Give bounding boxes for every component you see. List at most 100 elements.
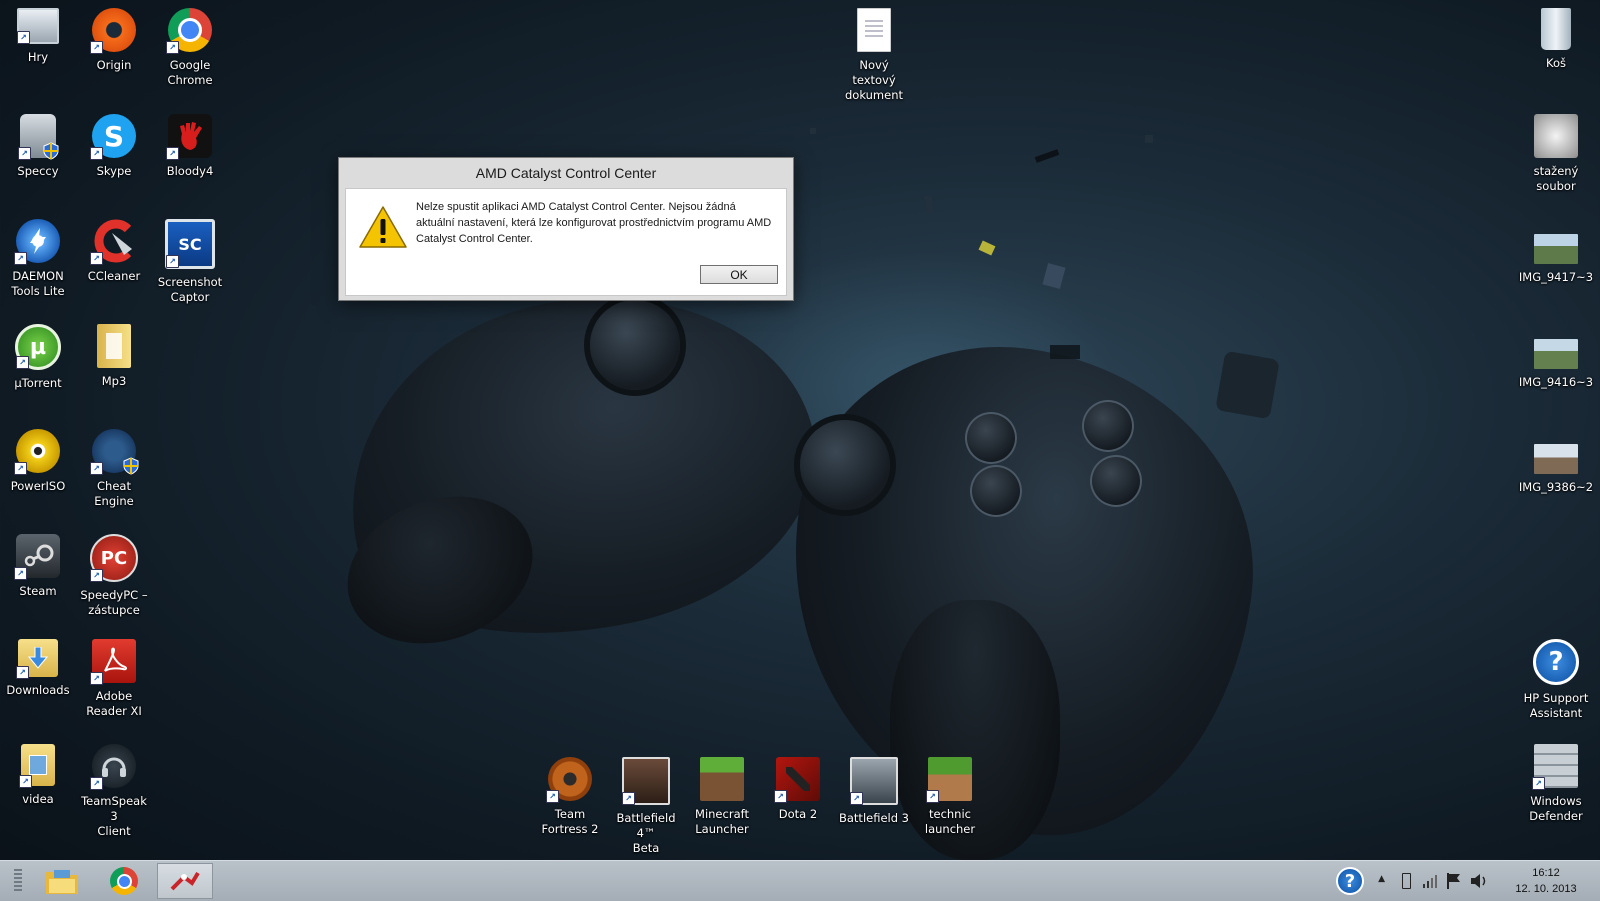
icon-label: Speccy — [17, 164, 59, 178]
taskbar-chrome-button[interactable] — [96, 863, 152, 899]
desktop-icon-origin[interactable]: ↗ Origin — [76, 8, 152, 73]
dota-icon: ↗ — [774, 757, 820, 803]
desktop-icon-mp3[interactable]: Mp3 — [76, 324, 152, 389]
taskbar-file-explorer-button[interactable] — [34, 863, 90, 899]
icon-label: Mp3 — [101, 374, 127, 388]
desktop-icon-adobe-reader[interactable]: ↗ Adobe Reader XI — [76, 639, 152, 719]
desktop-icon-img-9417[interactable]: IMG_9417~3 — [1518, 234, 1594, 285]
desktop-icon-technic-launcher[interactable]: ↗ technic launcher — [912, 757, 988, 837]
desktop-icon-stazeny-soubor[interactable]: stažený soubor — [1518, 114, 1594, 194]
desktop-icon-teamspeak[interactable]: ↗ TeamSpeak 3 Client — [76, 744, 152, 839]
icon-label: Cheat Engine — [94, 479, 134, 508]
tf2-icon: ↗ — [546, 757, 592, 803]
desktop-icon-windows-defender[interactable]: ↗ Windows Defender — [1518, 744, 1594, 824]
desktop-icon-cheat-engine[interactable]: ↗ Cheat Engine — [76, 429, 152, 509]
volume-icon[interactable] — [1470, 873, 1488, 889]
skype-icon: ↗ S — [90, 114, 136, 160]
folder-icon — [46, 870, 78, 894]
desktop-icon-videa[interactable]: ↗ videa — [0, 744, 76, 807]
photo-thumbnail-icon — [1534, 339, 1578, 369]
wallpaper-shard — [1145, 135, 1153, 143]
desktop-icon-img-9416[interactable]: IMG_9416~3 — [1518, 339, 1594, 390]
desktop-icon-img-9386[interactable]: IMG_9386~2 — [1518, 444, 1594, 495]
ok-button[interactable]: OK — [700, 265, 778, 284]
desktop-icon-bloody4[interactable]: ↗ Bloody4 — [152, 114, 228, 179]
icon-label: HP Support Assistant — [1523, 691, 1589, 720]
desktop-icon-steam[interactable]: ↗ Steam — [0, 534, 76, 599]
icon-label: CCleaner — [87, 269, 141, 283]
bloody-hand-icon: ↗ — [166, 114, 212, 160]
desktop-icon-battlefield-4[interactable]: ↗ Battlefield 4™ Beta — [608, 757, 684, 856]
dialog-title[interactable]: AMD Catalyst Control Center — [339, 158, 793, 186]
headset-icon: ↗ — [90, 744, 136, 790]
desktop-icon-ccleaner[interactable]: ↗ CCleaner — [76, 219, 152, 284]
pdf-icon: ↗ — [90, 639, 136, 685]
wallpaper-shard — [810, 128, 816, 134]
recycle-bin-icon — [1541, 8, 1571, 50]
folder-icon — [97, 324, 131, 368]
wallpaper-shard — [978, 240, 996, 256]
disc-icon: ↗ — [14, 429, 60, 475]
desktop-icon-hp-support-assistant[interactable]: ? HP Support Assistant — [1518, 639, 1594, 721]
desktop-icon-speccy[interactable]: ↗ Speccy — [0, 114, 76, 179]
icon-label: technic launcher — [924, 807, 976, 836]
icon-label: Team Fortress 2 — [541, 807, 599, 836]
desktop: ↗ Hry ↗ Speccy ↗ DAEMON Tools Lite ↗ µ µTo… — [0, 0, 1600, 860]
desktop-icon-utorrent[interactable]: ↗ µ µTorrent — [0, 324, 76, 391]
taskbar-amd-catalyst-button[interactable] — [157, 863, 213, 899]
icon-label: Windows Defender — [1529, 794, 1583, 823]
desktop-icon-google-chrome[interactable]: ↗ Google Chrome — [152, 8, 228, 88]
desktop-icon-team-fortress-2[interactable]: ↗ Team Fortress 2 — [532, 757, 608, 837]
clock-date: 12. 10. 2013 — [1515, 883, 1577, 895]
action-center-flag-icon[interactable] — [1446, 872, 1462, 890]
image-thumbnail-icon — [1534, 114, 1578, 158]
desktop-icon-skype[interactable]: ↗ S Skype — [76, 114, 152, 179]
utorrent-icon: ↗ µ — [15, 324, 61, 370]
folder-video-icon: ↗ — [19, 744, 55, 788]
text-document-icon — [857, 8, 891, 52]
desktop-icon-hry[interactable]: ↗ Hry — [0, 8, 76, 65]
icon-label: Battlefield 4™ Beta — [616, 811, 676, 855]
speedypc-icon: ↗ PC — [90, 534, 138, 582]
wallpaper-controller-left-grip — [326, 471, 554, 669]
icon-label: Dota 2 — [778, 807, 818, 821]
icon-label: IMG_9386~2 — [1518, 480, 1594, 494]
desktop-icon-screenshot-captor[interactable]: ↗ SC Screenshot Captor — [152, 219, 228, 305]
clock-time: 16:12 — [1532, 867, 1560, 879]
icon-label: µTorrent — [14, 376, 62, 390]
network-signal-icon[interactable] — [1422, 873, 1438, 889]
desktop-icon-poweriso[interactable]: ↗ PowerISO — [0, 429, 76, 494]
battery-icon[interactable] — [1402, 873, 1411, 889]
desktop-icon-text-document[interactable]: Nový textový dokument — [836, 8, 912, 103]
warning-icon — [358, 205, 408, 249]
wallpaper-left-stick — [590, 300, 680, 390]
desktop-icon-daemon-tools[interactable]: ↗ DAEMON Tools Lite — [0, 219, 76, 299]
taskbar-clock[interactable]: 16:12 12. 10. 2013 — [1506, 865, 1586, 897]
error-dialog: AMD Catalyst Control Center Nelze spusti… — [338, 157, 794, 301]
show-hidden-icons-arrow[interactable]: ▲ — [1378, 874, 1385, 884]
icon-label: Koš — [1546, 56, 1566, 70]
taskbar: ? ▲ 16:12 12. 10. 2013 — [0, 860, 1600, 901]
wallpaper-shard — [1042, 263, 1066, 289]
desktop-icon-speedypc[interactable]: ↗ PC SpeedyPC – zástupce — [76, 534, 152, 618]
taskbar-grip[interactable] — [14, 869, 22, 893]
icon-label: Minecraft Launcher — [695, 807, 749, 836]
wallpaper-cross-button — [970, 465, 1022, 517]
tray-help-icon[interactable]: ? — [1336, 867, 1364, 895]
desktop-icon-minecraft-launcher[interactable]: Minecraft Launcher — [684, 757, 760, 837]
desktop-icon-battlefield-3[interactable]: ↗ Battlefield 3 — [836, 757, 912, 826]
icon-label: Downloads — [6, 683, 70, 697]
icon-label: Google Chrome — [167, 58, 213, 87]
desktop-icon-recycle-bin[interactable]: Koš — [1518, 8, 1594, 71]
ccleaner-icon: ↗ — [90, 219, 136, 265]
wallpaper-right-stick — [800, 420, 890, 510]
dialog-content: Nelze spustit aplikaci AMD Catalyst Cont… — [345, 188, 787, 296]
folder-download-icon: ↗ — [16, 639, 58, 679]
icon-label: DAEMON Tools Lite — [11, 269, 65, 298]
help-icon: ? — [1533, 639, 1579, 685]
chrome-icon: ↗ — [166, 8, 212, 54]
icon-label: Hry — [27, 50, 49, 64]
desktop-icon-dota-2[interactable]: ↗ Dota 2 — [760, 757, 836, 822]
icon-label: SpeedyPC – zástupce — [80, 588, 148, 617]
desktop-icon-downloads[interactable]: ↗ Downloads — [0, 639, 76, 698]
